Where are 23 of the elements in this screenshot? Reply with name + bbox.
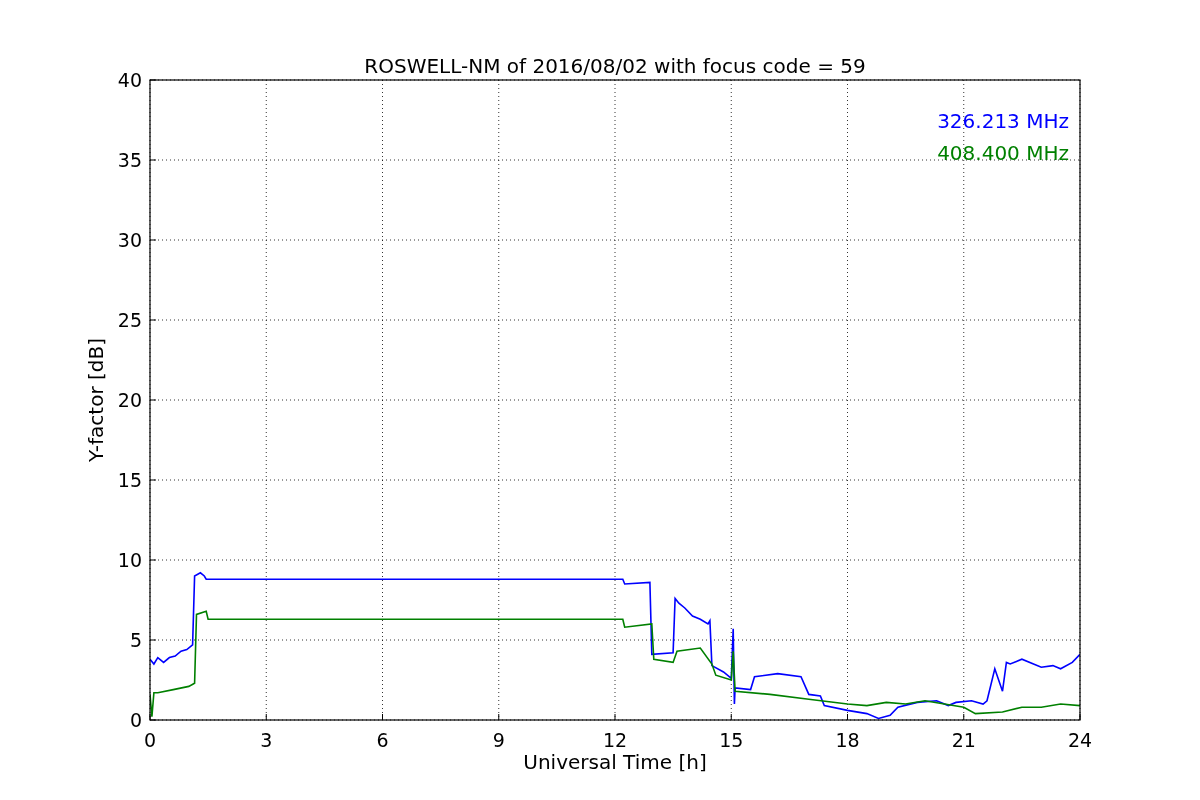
tick-label: 0 [143,729,157,751]
tick-label: 40 [117,69,142,91]
tick-label: 0 [129,709,142,731]
legend-label: 408.400 MHz [937,141,1069,165]
tick-label: 18 [835,729,860,751]
x-axis-label: Universal Time [h] [523,750,707,774]
tick-label: 6 [376,729,389,751]
y-axis-label: Y-factor [dB] [84,338,108,462]
tick-label: 24 [1067,729,1093,751]
legend-label: 326.213 MHz [937,109,1069,133]
chart-title: ROSWELL-NM of 2016/08/02 with focus code = 59 [364,54,866,78]
tick-label: 15 [719,729,744,751]
tick-label: 15 [117,469,142,491]
tick-label: 12 [602,729,628,751]
tick-label: 25 [117,309,142,331]
tick-label: 35 [117,149,142,171]
tick-label: 10 [117,549,142,571]
tick-label: 21 [951,729,976,751]
tick-label: 20 [117,389,142,411]
tick-label: 5 [129,629,142,651]
tick-label: 9 [492,729,505,751]
tick-label: 3 [260,729,273,751]
tick-label: 30 [117,229,142,251]
